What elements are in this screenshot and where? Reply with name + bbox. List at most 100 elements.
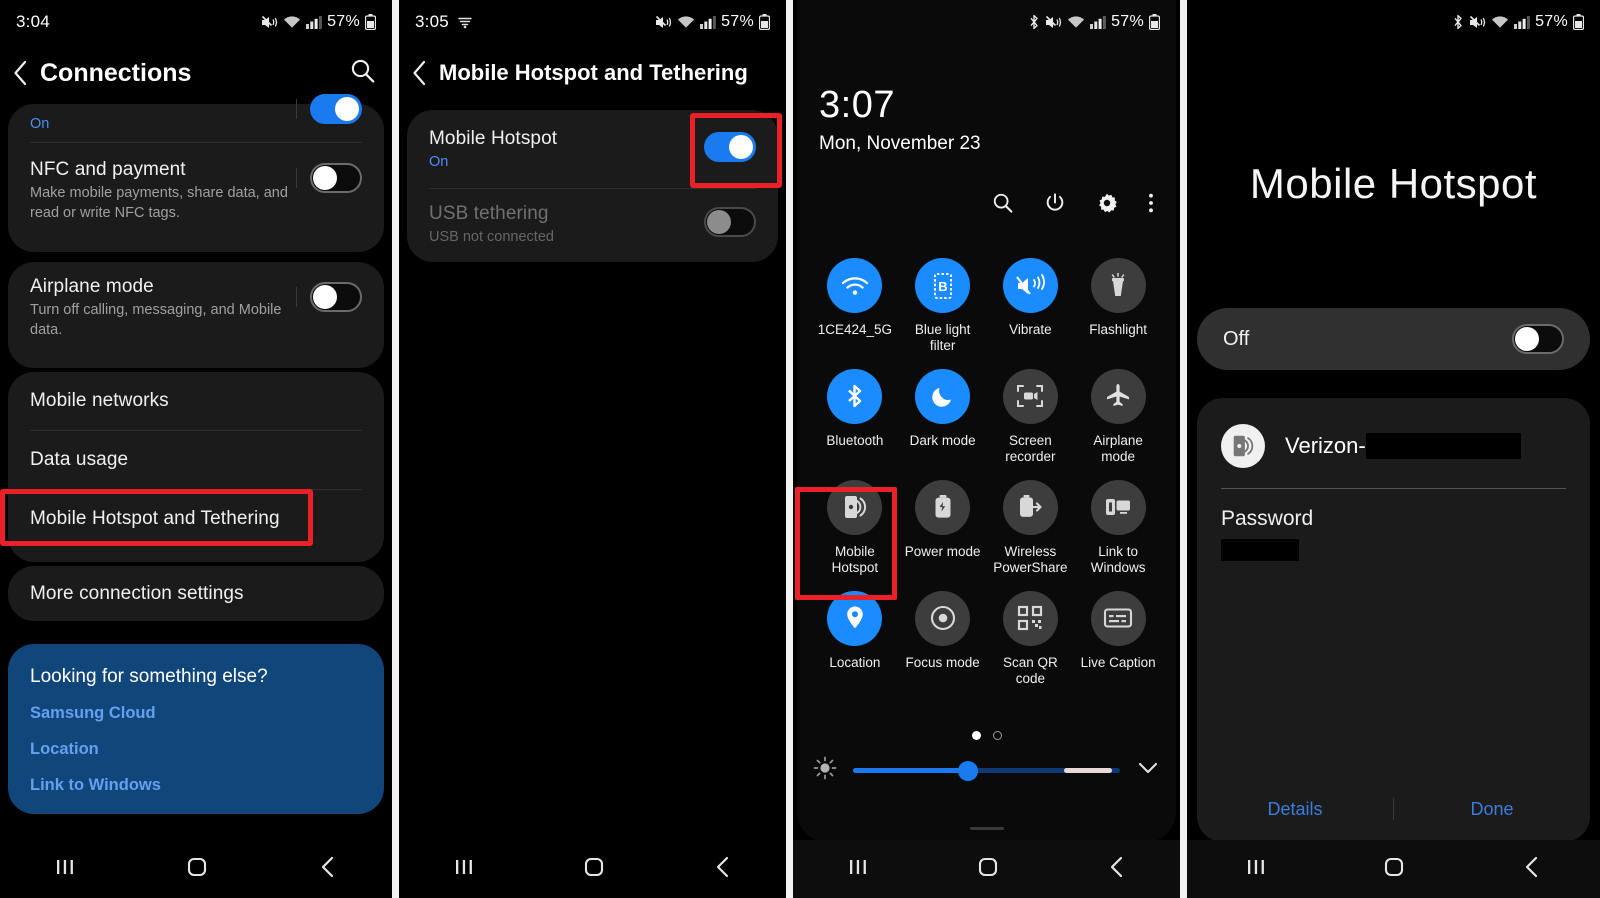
status-bar-2: 3:05 57% xyxy=(399,0,786,44)
bluetooth-icon xyxy=(1030,14,1038,30)
recents-icon[interactable] xyxy=(453,856,475,883)
tile-scan-qr-code[interactable]: Scan QR code xyxy=(987,590,1075,688)
recents-icon[interactable] xyxy=(847,856,869,883)
tile-focus-mode[interactable]: Focus mode xyxy=(899,590,987,688)
row-subtitle: Make mobile payments, share data, and re… xyxy=(30,185,288,221)
signal-icon xyxy=(1090,16,1106,29)
page-dot-active[interactable] xyxy=(971,731,981,740)
back-icon[interactable] xyxy=(1107,855,1127,884)
home-icon[interactable] xyxy=(185,855,209,884)
recents-icon[interactable] xyxy=(1245,856,1267,883)
tile-label: Airplane mode xyxy=(1093,432,1143,465)
row-airplane-mode[interactable]: Airplane mode Turn off calling, messagin… xyxy=(8,262,384,340)
tile-screen-recorder[interactable]: Screen recorder xyxy=(987,368,1075,466)
tile-bluetooth[interactable]: Bluetooth xyxy=(811,368,899,466)
row-mobile-networks[interactable]: Mobile networks xyxy=(8,372,384,430)
row-more-connection-settings[interactable]: More connection settings xyxy=(8,566,384,621)
search-icon[interactable] xyxy=(992,192,1014,219)
flashlight-icon xyxy=(1090,258,1146,313)
tile-dark-mode[interactable]: Dark mode xyxy=(899,368,987,466)
back-icon[interactable] xyxy=(713,855,733,884)
row-partial-top[interactable]: On xyxy=(8,94,384,142)
tile-airplane-mode[interactable]: Airplane mode xyxy=(1074,368,1162,466)
quick-panel-clock[interactable]: 3:07 xyxy=(819,84,981,127)
toggle-separator xyxy=(296,168,297,188)
tile-mobile-hotspot[interactable]: Mobile Hotspot xyxy=(811,479,899,577)
power-icon[interactable] xyxy=(1044,192,1066,219)
nav-bar-2 xyxy=(399,840,786,898)
toggle-nfc[interactable] xyxy=(296,163,362,193)
done-button[interactable]: Done xyxy=(1394,799,1590,820)
back-arrow-icon[interactable] xyxy=(399,59,439,87)
home-icon[interactable] xyxy=(582,855,606,884)
brightness-slider-tail xyxy=(1063,768,1112,773)
chevron-down-icon[interactable] xyxy=(1136,759,1160,782)
promo-link-samsung-cloud[interactable]: Samsung Cloud xyxy=(30,704,362,723)
back-arrow-icon[interactable] xyxy=(0,59,40,87)
brightness-slider-row xyxy=(797,756,1176,785)
tile-power-mode[interactable]: Power mode xyxy=(899,479,987,577)
row-mobile-hotspot[interactable]: Mobile Hotspot On xyxy=(407,110,778,188)
tile-wifi[interactable]: 1CE424_5G xyxy=(811,258,899,355)
nav-bar-1 xyxy=(0,840,392,898)
mute-icon xyxy=(1045,15,1062,28)
quick-panel-date[interactable]: Mon, November 23 xyxy=(819,133,981,155)
tile-label: Location xyxy=(829,654,881,670)
toggle-partial-top[interactable] xyxy=(296,94,362,124)
back-icon[interactable] xyxy=(318,855,338,884)
hotspot-toggle-card[interactable]: Off xyxy=(1197,308,1590,370)
row-data-usage[interactable]: Data usage xyxy=(8,431,384,489)
gear-icon[interactable] xyxy=(1096,192,1118,219)
tile-wireless-powershare[interactable]: Wireless PowerShare xyxy=(987,479,1075,577)
tile-blue-light-filter[interactable]: B Blue light filter xyxy=(899,258,987,355)
status-time: 3:04 xyxy=(16,12,50,31)
tile-location[interactable]: Location xyxy=(811,590,899,688)
link-to-windows-icon xyxy=(1090,479,1146,535)
cast-icon xyxy=(458,17,472,29)
row-title: More connection settings xyxy=(30,582,244,604)
panel-quick-settings: 57% 3:07 Mon, November 23 1CE424_5G B Bl… xyxy=(793,0,1180,898)
home-icon[interactable] xyxy=(976,855,1000,884)
tile-flashlight[interactable]: Flashlight xyxy=(1074,258,1162,355)
details-button[interactable]: Details xyxy=(1197,799,1393,820)
battery-icon xyxy=(1573,14,1584,30)
row-mobile-hotspot-and-tethering[interactable]: Mobile Hotspot and Tethering xyxy=(8,490,384,548)
panel-divider-3 xyxy=(1180,0,1187,898)
home-icon[interactable] xyxy=(1382,855,1406,884)
panel-grabber[interactable] xyxy=(969,827,1004,830)
mobile-hotspot-icon xyxy=(827,479,883,535)
toggle-airplane[interactable] xyxy=(296,282,362,312)
battery-icon xyxy=(1149,14,1160,30)
toggle-mobile-hotspot[interactable] xyxy=(690,132,756,162)
toggle-separator xyxy=(690,137,691,157)
tile-label: Dark mode xyxy=(909,432,976,448)
more-icon[interactable] xyxy=(1148,192,1154,219)
brightness-slider-track[interactable] xyxy=(853,760,1120,781)
tile-link-to-windows[interactable]: Link to Windows xyxy=(1074,479,1162,577)
settings-card-more: More connection settings xyxy=(8,566,384,621)
search-icon[interactable] xyxy=(350,58,376,89)
settings-card-nfc: On NFC and payment Make mobile payments,… xyxy=(8,94,384,252)
moon-icon xyxy=(915,368,971,424)
tile-label: Live Caption xyxy=(1080,654,1156,670)
promo-link-link-to-windows[interactable]: Link to Windows xyxy=(30,776,362,795)
tile-live-caption[interactable]: Live Caption xyxy=(1074,590,1162,688)
tile-label: Scan QR code xyxy=(1002,654,1058,687)
brightness-slider-thumb[interactable] xyxy=(957,760,978,781)
password-block[interactable]: Password xyxy=(1197,489,1590,566)
panel-hotspot-tethering: 3:05 57% Mobile Hotspot and Tethering Mo… xyxy=(399,0,786,898)
password-redaction xyxy=(1221,539,1299,561)
recents-icon[interactable] xyxy=(54,856,76,883)
quick-settings-tiles: 1CE424_5G B Blue light filter Vibrate Fl… xyxy=(811,258,1162,688)
hotspot-state-label: Off xyxy=(1223,327,1250,350)
row-nfc-and-payment[interactable]: NFC and payment Make mobile payments, sh… xyxy=(8,143,384,243)
back-icon[interactable] xyxy=(1522,855,1542,884)
page-dot[interactable] xyxy=(992,731,1002,740)
tile-vibrate[interactable]: Vibrate xyxy=(987,258,1075,355)
toggle-hotspot-dialog[interactable] xyxy=(1512,324,1564,354)
blue-light-filter-icon: B xyxy=(915,258,971,313)
promo-link-location[interactable]: Location xyxy=(30,740,362,759)
mute-icon xyxy=(1469,15,1486,28)
row-usb-tethering[interactable]: USB tethering USB not connected xyxy=(407,189,778,261)
ssid-row[interactable]: Verizon- xyxy=(1197,398,1590,488)
